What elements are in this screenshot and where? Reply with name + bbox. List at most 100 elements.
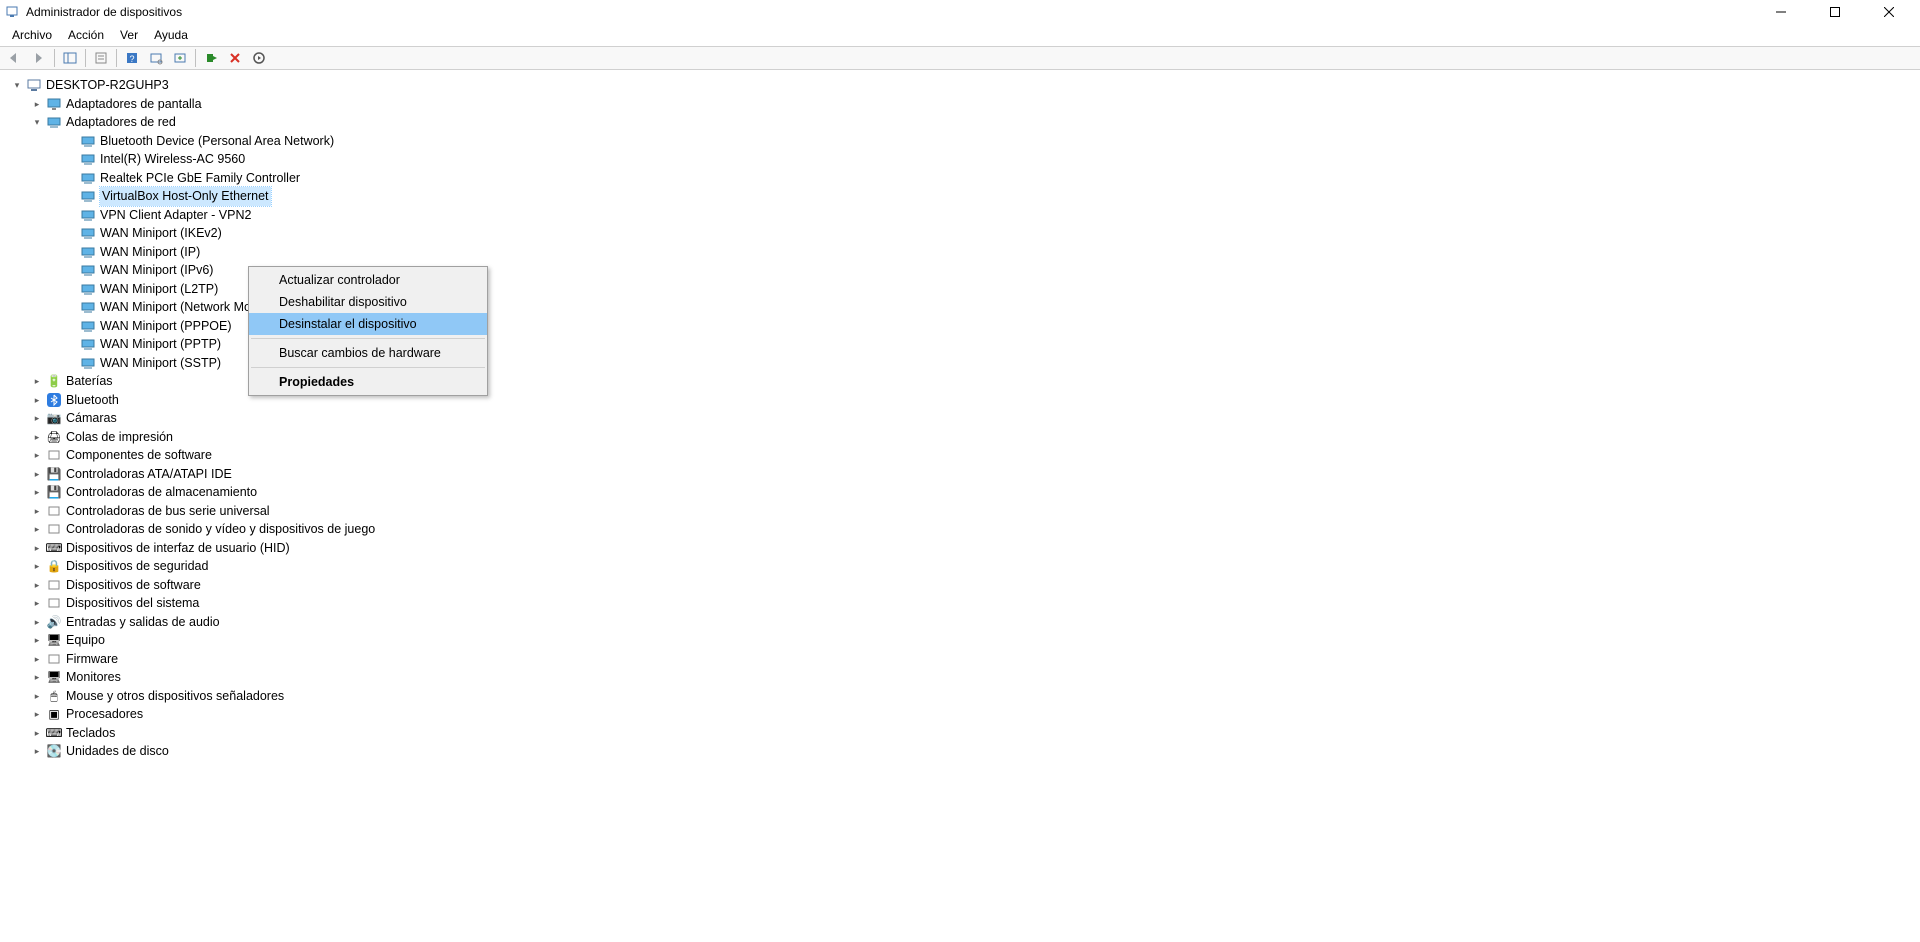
device-icon [46,503,62,519]
tree-item[interactable]: Adaptadores de pantalla [6,95,1920,114]
tree-item[interactable]: WAN Miniport (IP) [6,243,1920,262]
tree-item[interactable]: VirtualBox Host-Only Ethernet [6,187,1920,206]
expand-icon[interactable] [30,467,44,481]
tree-item[interactable]: 🖥Equipo [6,631,1920,650]
device-icon [80,225,96,241]
expander-spacer [64,337,78,351]
device-icon: 💽 [46,743,62,759]
tree-item[interactable]: Bluetooth Device (Personal Area Network) [6,132,1920,151]
forward-button[interactable] [28,48,50,68]
device-icon: ⌨ [46,540,62,556]
tree-item[interactable]: 🔒Dispositivos de seguridad [6,557,1920,576]
disable-device-button[interactable] [248,48,270,68]
tree-item[interactable]: 💾Controladoras de almacenamiento [6,483,1920,502]
tree-item[interactable]: Realtek PCIe GbE Family Controller [6,169,1920,188]
tree-item[interactable]: Controladoras de bus serie universal [6,502,1920,521]
tree-item[interactable]: Componentes de software [6,446,1920,465]
tree-item[interactable]: 💽Unidades de disco [6,742,1920,761]
expand-icon[interactable] [30,504,44,518]
context-menu-item[interactable]: Actualizar controlador [249,269,487,291]
tree-item[interactable]: Intel(R) Wireless-AC 9560 [6,150,1920,169]
close-button[interactable] [1874,1,1904,23]
expander-spacer [64,319,78,333]
expand-icon[interactable] [30,541,44,555]
menu-ayuda[interactable]: Ayuda [146,26,196,44]
tree-item[interactable]: Controladoras de sonido y vídeo y dispos… [6,520,1920,539]
maximize-button[interactable] [1820,1,1850,23]
enable-device-button[interactable] [200,48,222,68]
tree-item[interactable]: WAN Miniport (IKEv2) [6,224,1920,243]
tree-item-label: Mouse y otros dispositivos señaladores [66,687,284,706]
update-driver-button[interactable] [169,48,191,68]
device-icon [46,577,62,593]
device-icon: 💾 [46,484,62,500]
tree-item[interactable]: 🖨Colas de impresión [6,428,1920,447]
menu-ver[interactable]: Ver [112,26,146,44]
device-icon: 🖨 [46,429,62,445]
context-menu-item[interactable]: Desinstalar el dispositivo [249,313,487,335]
device-icon [80,318,96,334]
expand-icon[interactable] [30,578,44,592]
minimize-button[interactable] [1766,1,1796,23]
expand-icon[interactable] [30,596,44,610]
menu-archivo[interactable]: Archivo [4,26,60,44]
device-tree[interactable]: DESKTOP-R2GUHP3Adaptadores de pantallaAd… [0,70,1920,942]
expand-icon[interactable] [30,652,44,666]
context-menu-item[interactable]: Deshabilitar dispositivo [249,291,487,313]
tree-item[interactable]: Firmware [6,650,1920,669]
tree-item-label: Dispositivos del sistema [66,594,199,613]
expander-spacer [64,171,78,185]
context-menu-item[interactable]: Propiedades [249,371,487,393]
expand-icon[interactable] [30,448,44,462]
tree-item[interactable]: 📷Cámaras [6,409,1920,428]
expand-icon[interactable] [30,559,44,573]
expand-icon[interactable] [30,633,44,647]
expand-icon[interactable] [30,393,44,407]
tree-item[interactable]: ⌨Teclados [6,724,1920,743]
collapse-icon[interactable] [10,78,24,92]
device-icon [46,96,62,112]
tree-item[interactable]: Adaptadores de red [6,113,1920,132]
expand-icon[interactable] [30,522,44,536]
expand-icon[interactable] [30,707,44,721]
menu-accion[interactable]: Acción [60,26,112,44]
uninstall-device-button[interactable] [224,48,246,68]
tree-item-label: Procesadores [66,705,143,724]
expand-icon[interactable] [30,615,44,629]
device-icon: 🔊 [46,614,62,630]
tree-item[interactable]: ▣Procesadores [6,705,1920,724]
expand-icon[interactable] [30,430,44,444]
tree-item[interactable]: 💾Controladoras ATA/ATAPI IDE [6,465,1920,484]
tree-item-label: Controladoras de almacenamiento [66,483,257,502]
tree-item[interactable]: 🖱Mouse y otros dispositivos señaladores [6,687,1920,706]
tree-item-label: Baterías [66,372,113,391]
expand-icon[interactable] [30,485,44,499]
expand-icon[interactable] [30,670,44,684]
expand-icon[interactable] [30,744,44,758]
collapse-icon[interactable] [30,115,44,129]
tree-item[interactable]: 🖥Monitores [6,668,1920,687]
tree-item[interactable]: 🔊Entradas y salidas de audio [6,613,1920,632]
tree-item-label: Intel(R) Wireless-AC 9560 [100,150,245,169]
expand-icon[interactable] [30,411,44,425]
properties-button[interactable] [90,48,112,68]
tree-item[interactable]: DESKTOP-R2GUHP3 [6,76,1920,95]
device-icon [46,595,62,611]
show-hide-tree-button[interactable] [59,48,81,68]
expand-icon[interactable] [30,689,44,703]
scan-hardware-button[interactable] [145,48,167,68]
context-menu-item[interactable]: Buscar cambios de hardware [249,342,487,364]
device-icon [80,336,96,352]
expand-icon[interactable] [30,374,44,388]
tree-item[interactable]: Dispositivos del sistema [6,594,1920,613]
expand-icon[interactable] [30,726,44,740]
expand-icon[interactable] [30,97,44,111]
tree-item[interactable]: ⌨Dispositivos de interfaz de usuario (HI… [6,539,1920,558]
back-button[interactable] [4,48,26,68]
tree-item[interactable]: VPN Client Adapter - VPN2 [6,206,1920,225]
help-button[interactable]: ? [121,48,143,68]
tree-item-label: Firmware [66,650,118,669]
tree-item[interactable]: Dispositivos de software [6,576,1920,595]
tree-item-label: Controladoras de bus serie universal [66,502,270,521]
tree-item-label: Bluetooth Device (Personal Area Network) [100,132,334,151]
